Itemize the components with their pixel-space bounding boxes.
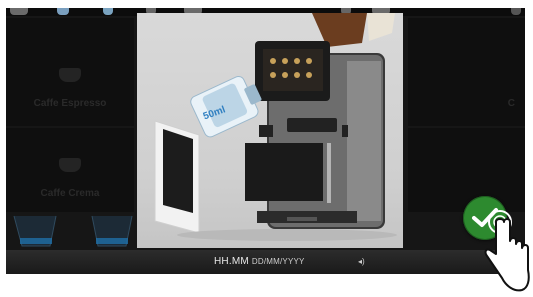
machine-display: Caffe Espresso Caffe Crema C 50ml HH.MM … (6, 8, 525, 274)
menu-tile-right-1[interactable]: C (408, 18, 525, 126)
date-text: DD/MM/YYYY (251, 257, 305, 266)
icon-8[interactable] (511, 8, 521, 15)
menu-item-label: Caffe Espresso (33, 98, 107, 109)
cup-icon (59, 68, 81, 82)
icon-2[interactable] (57, 8, 69, 15)
pointing-hand-icon (484, 210, 530, 292)
menu-tile-right-2[interactable] (408, 128, 525, 212)
menu-tile-espresso[interactable]: Caffe Espresso (6, 18, 134, 126)
menu-item-label: C (507, 98, 515, 109)
refill-popup: 50ml (137, 13, 403, 248)
icon-3[interactable] (103, 8, 113, 15)
cup-icon (59, 158, 81, 172)
menu-item-label: Caffe Crema (40, 188, 100, 199)
status-bar: HH.MM DD/MM/YYYY ◂) (6, 250, 525, 274)
clock: HH.MM DD/MM/YYYY (214, 256, 305, 267)
menu-tile-crema[interactable]: Caffe Crema (6, 128, 134, 212)
time-text: HH.MM (214, 256, 249, 267)
speaker-icon[interactable]: ◂) (358, 257, 365, 266)
glasses-icon (13, 215, 133, 247)
icon-1[interactable] (10, 8, 28, 15)
screen: Caffe Espresso Caffe Crema C 50ml HH.MM … (0, 0, 533, 297)
coffee-machine-illustration: 50ml (154, 13, 397, 241)
